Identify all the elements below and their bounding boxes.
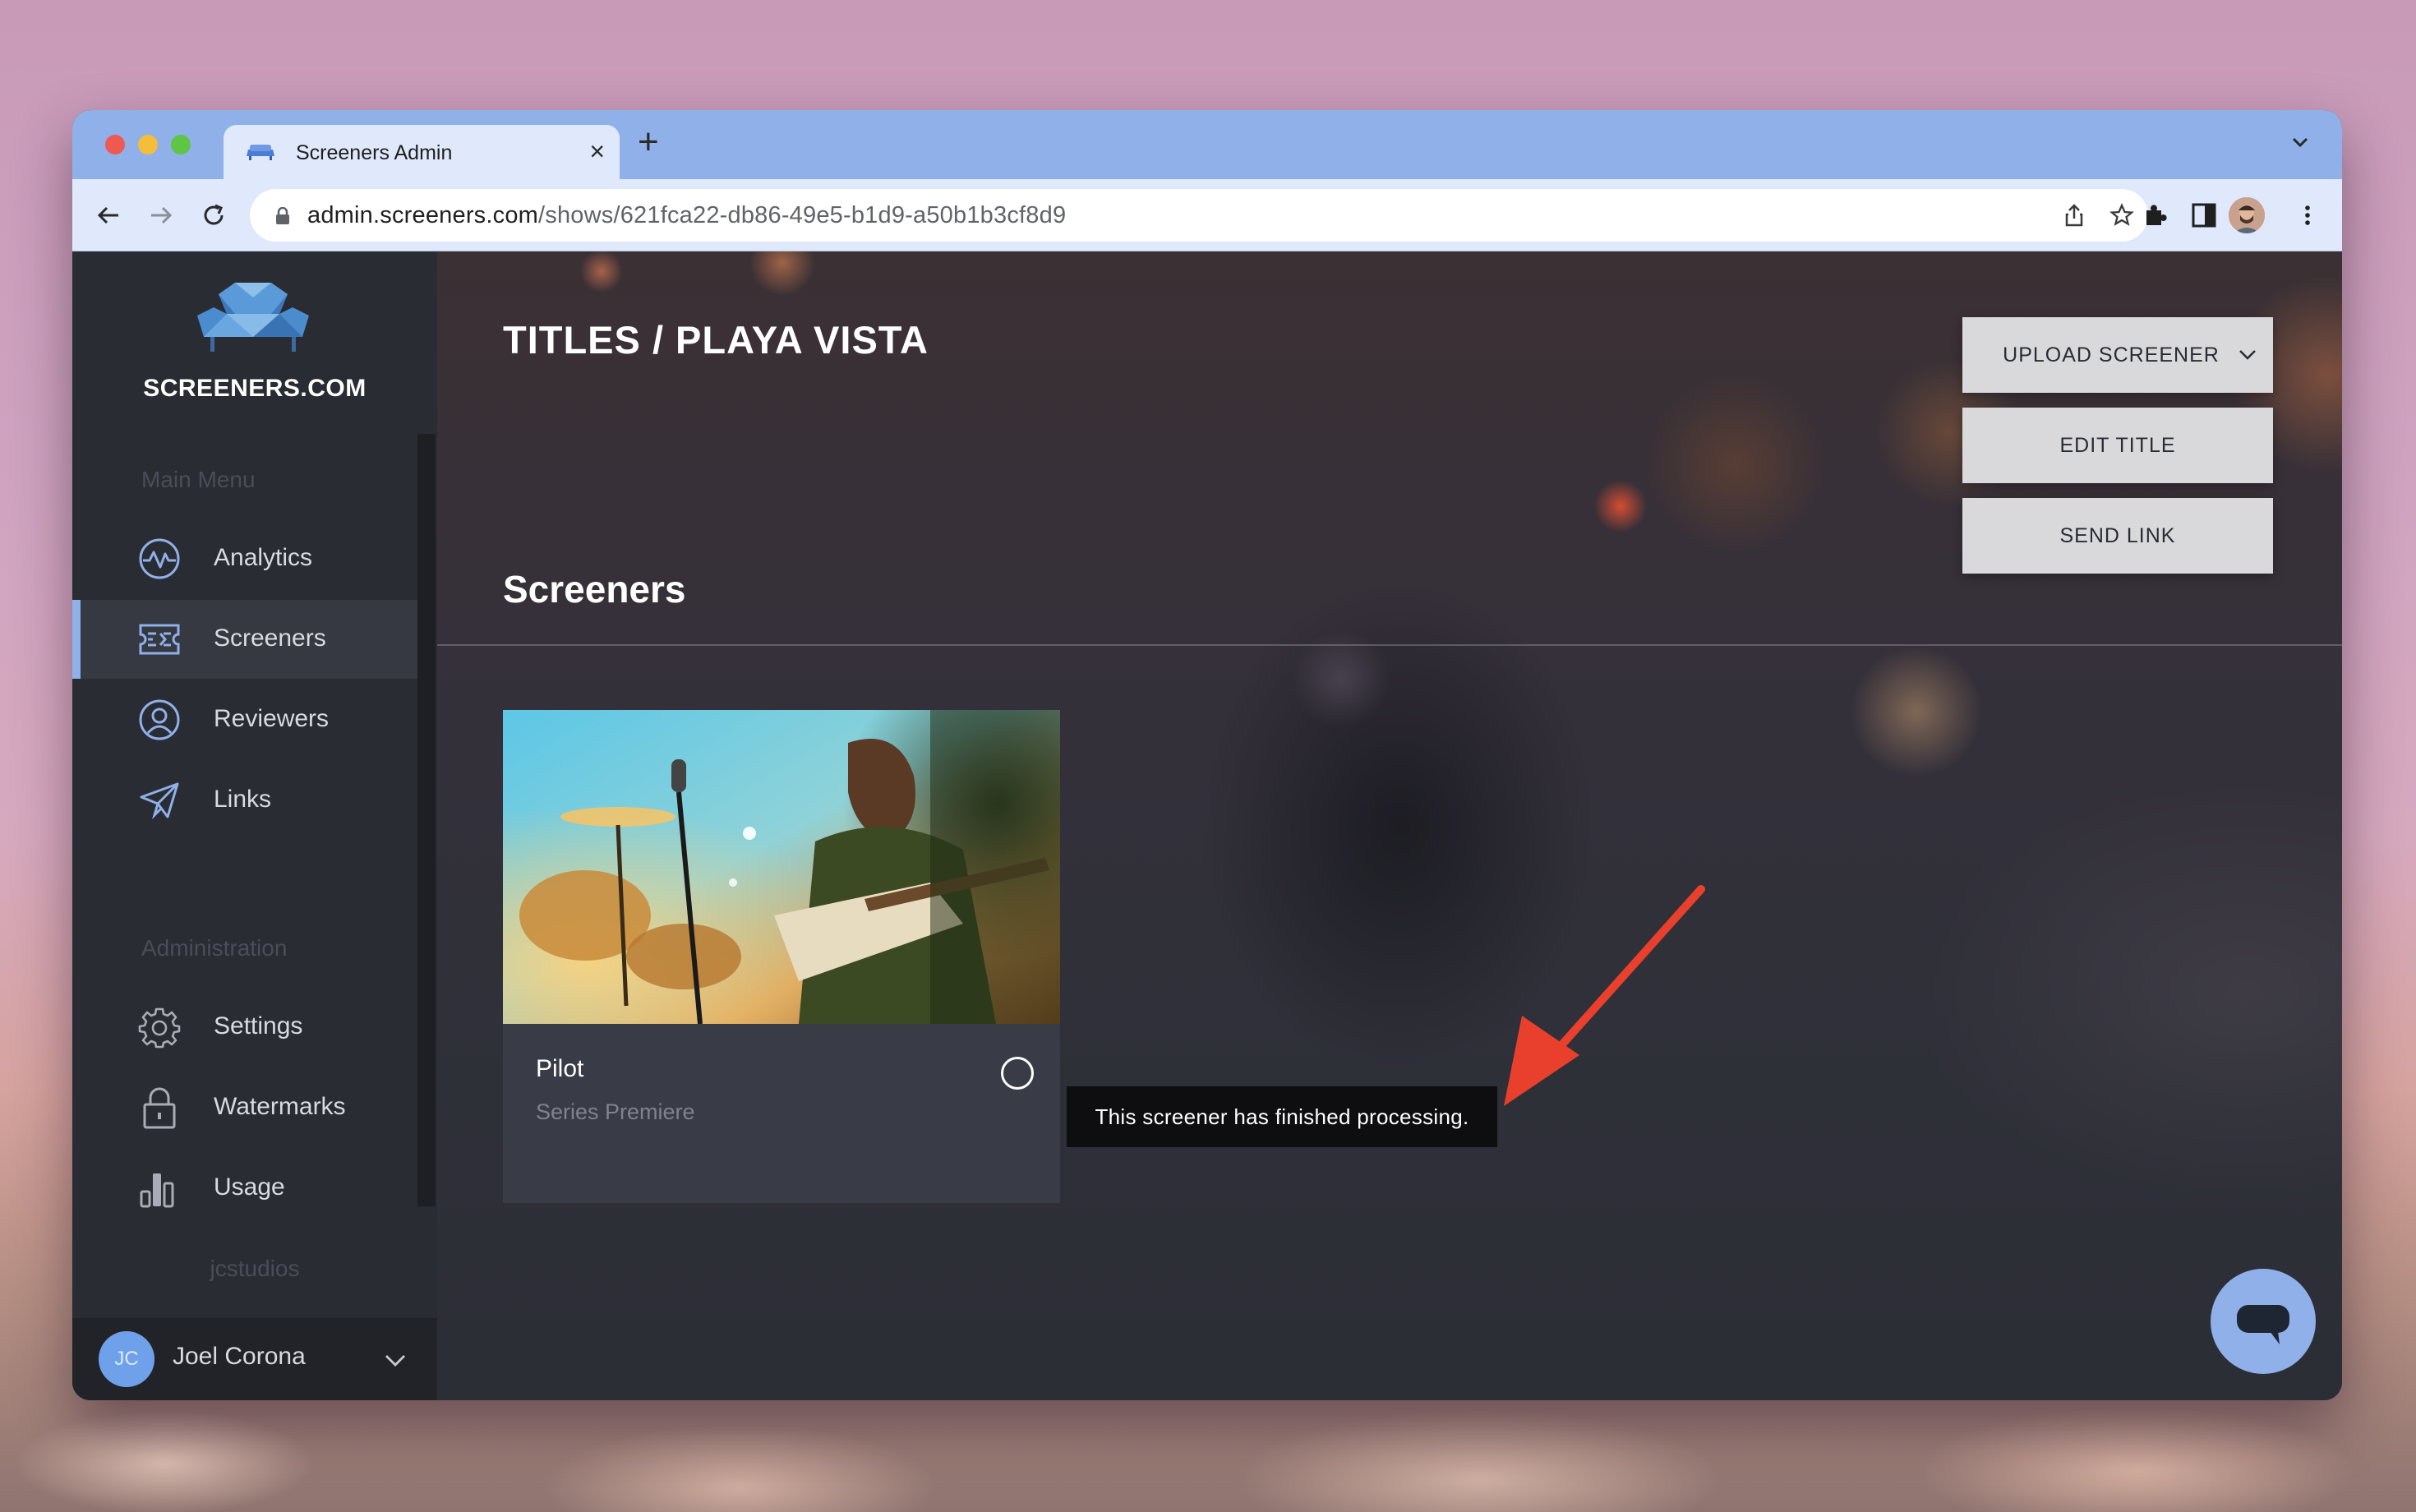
section-title: Screeners [503, 568, 686, 611]
bookmark-star-icon[interactable] [2109, 202, 2135, 228]
sidebar: SCREENERS.COM Main Menu Analytics Screen… [72, 251, 437, 1400]
address-bar[interactable]: admin.screeners.com/shows/621fca22-db86-… [250, 189, 2148, 242]
side-panel-icon[interactable] [2189, 201, 2219, 230]
analytics-icon [139, 538, 180, 579]
screener-thumbnail[interactable] [503, 710, 1060, 1024]
send-link-button[interactable]: SEND LINK [1962, 498, 2273, 574]
sidebar-item-label: Screeners [214, 625, 326, 652]
reviewers-icon [139, 699, 180, 740]
sidebar-item-links[interactable]: Links [72, 761, 417, 840]
close-window-button[interactable] [105, 135, 125, 154]
browser-tab[interactable]: Screeners Admin × [224, 125, 620, 179]
sidebar-item-screeners[interactable]: Screeners [72, 600, 417, 679]
tab-close-icon[interactable]: × [589, 136, 605, 166]
main-menu-label: Main Menu [141, 467, 256, 492]
zoom-window-button[interactable] [171, 135, 191, 154]
chevron-down-icon [385, 1355, 405, 1367]
edit-title-button[interactable]: EDIT TITLE [1962, 408, 2273, 483]
screeners-icon [139, 624, 180, 655]
screeners-sofa-logo-icon [197, 283, 309, 352]
annotation-arrow-icon [1504, 885, 1705, 1106]
sofa-favicon-icon [247, 145, 274, 160]
sidebar-item-label: Settings [214, 1012, 303, 1040]
sidebar-item-reviewers[interactable]: Reviewers [72, 680, 417, 759]
main-content: TITLES / PLAYA VISTA UPLOAD SCREENER EDI… [437, 251, 2342, 1400]
upload-screener-button[interactable]: UPLOAD SCREENER [1962, 317, 2273, 393]
status-tooltip: This screener has finished processing. [1067, 1086, 1497, 1147]
new-tab-plus-icon[interactable]: + [638, 122, 659, 163]
paper-plane-icon [140, 782, 179, 820]
padlock-icon [276, 207, 289, 224]
screener-subtitle: Series Premiere [536, 1099, 695, 1124]
share-icon[interactable] [2061, 202, 2087, 228]
sidebar-item-label: Watermarks [214, 1093, 346, 1120]
sidebar-item-label: Reviewers [214, 705, 330, 732]
administration-label: Administration [141, 935, 288, 961]
brand-name: SCREENERS.COM [143, 375, 367, 402]
gear-icon [138, 1007, 181, 1049]
tab-strip: Screeners Admin × + [72, 110, 2342, 179]
sidebar-item-label: Analytics [214, 544, 313, 571]
tab-title: Screeners Admin [296, 141, 453, 164]
sidebar-item-watermarks[interactable]: Watermarks [72, 1068, 417, 1147]
forward-arrow-icon[interactable] [146, 201, 176, 230]
sidebar-scrollbar[interactable] [417, 434, 436, 1206]
screener-title: Pilot [536, 1055, 584, 1082]
back-arrow-icon[interactable] [94, 201, 123, 230]
extensions-puzzle-icon[interactable] [2140, 201, 2169, 230]
chat-button[interactable] [2211, 1269, 2316, 1374]
reload-icon[interactable] [199, 201, 228, 230]
chevron-down-icon [2239, 350, 2256, 360]
sidebar-item-label: Links [214, 786, 272, 813]
sidebar-item-settings[interactable]: Settings [72, 988, 417, 1067]
workspace-name: jcstudios [210, 1256, 300, 1281]
browser-toolbar: admin.screeners.com/shows/621fca22-db86-… [72, 179, 2342, 251]
sidebar-item-label: Usage [214, 1173, 285, 1201]
browser-window: Screeners Admin × + admin.screeners.com/… [72, 110, 2342, 1400]
lock-icon [143, 1087, 176, 1129]
page-title: TITLES / PLAYA VISTA [503, 318, 929, 362]
sidebar-item-analytics[interactable]: Analytics [72, 519, 417, 598]
tab-search-chevron-icon[interactable] [2288, 130, 2312, 154]
chat-bubble-icon [2237, 1305, 2289, 1344]
user-name: Joel Corona [173, 1343, 306, 1370]
screener-card[interactable]: Pilot Series Premiere [503, 710, 1060, 1203]
processing-status-icon[interactable] [1001, 1057, 1034, 1090]
avatar: JC [99, 1331, 154, 1387]
kebab-menu-icon[interactable] [2293, 201, 2322, 230]
sidebar-item-usage[interactable]: Usage [72, 1149, 417, 1228]
section-divider [437, 644, 2342, 646]
app-root: SCREENERS.COM Main Menu Analytics Screen… [72, 251, 2342, 1400]
url-text: admin.screeners.com/shows/621fca22-db86-… [307, 202, 1067, 228]
profile-avatar-icon[interactable] [2229, 197, 2265, 233]
minimize-window-button[interactable] [138, 135, 158, 154]
bar-chart-icon [140, 1173, 174, 1208]
user-menu[interactable]: JC Joel Corona [72, 1318, 437, 1400]
